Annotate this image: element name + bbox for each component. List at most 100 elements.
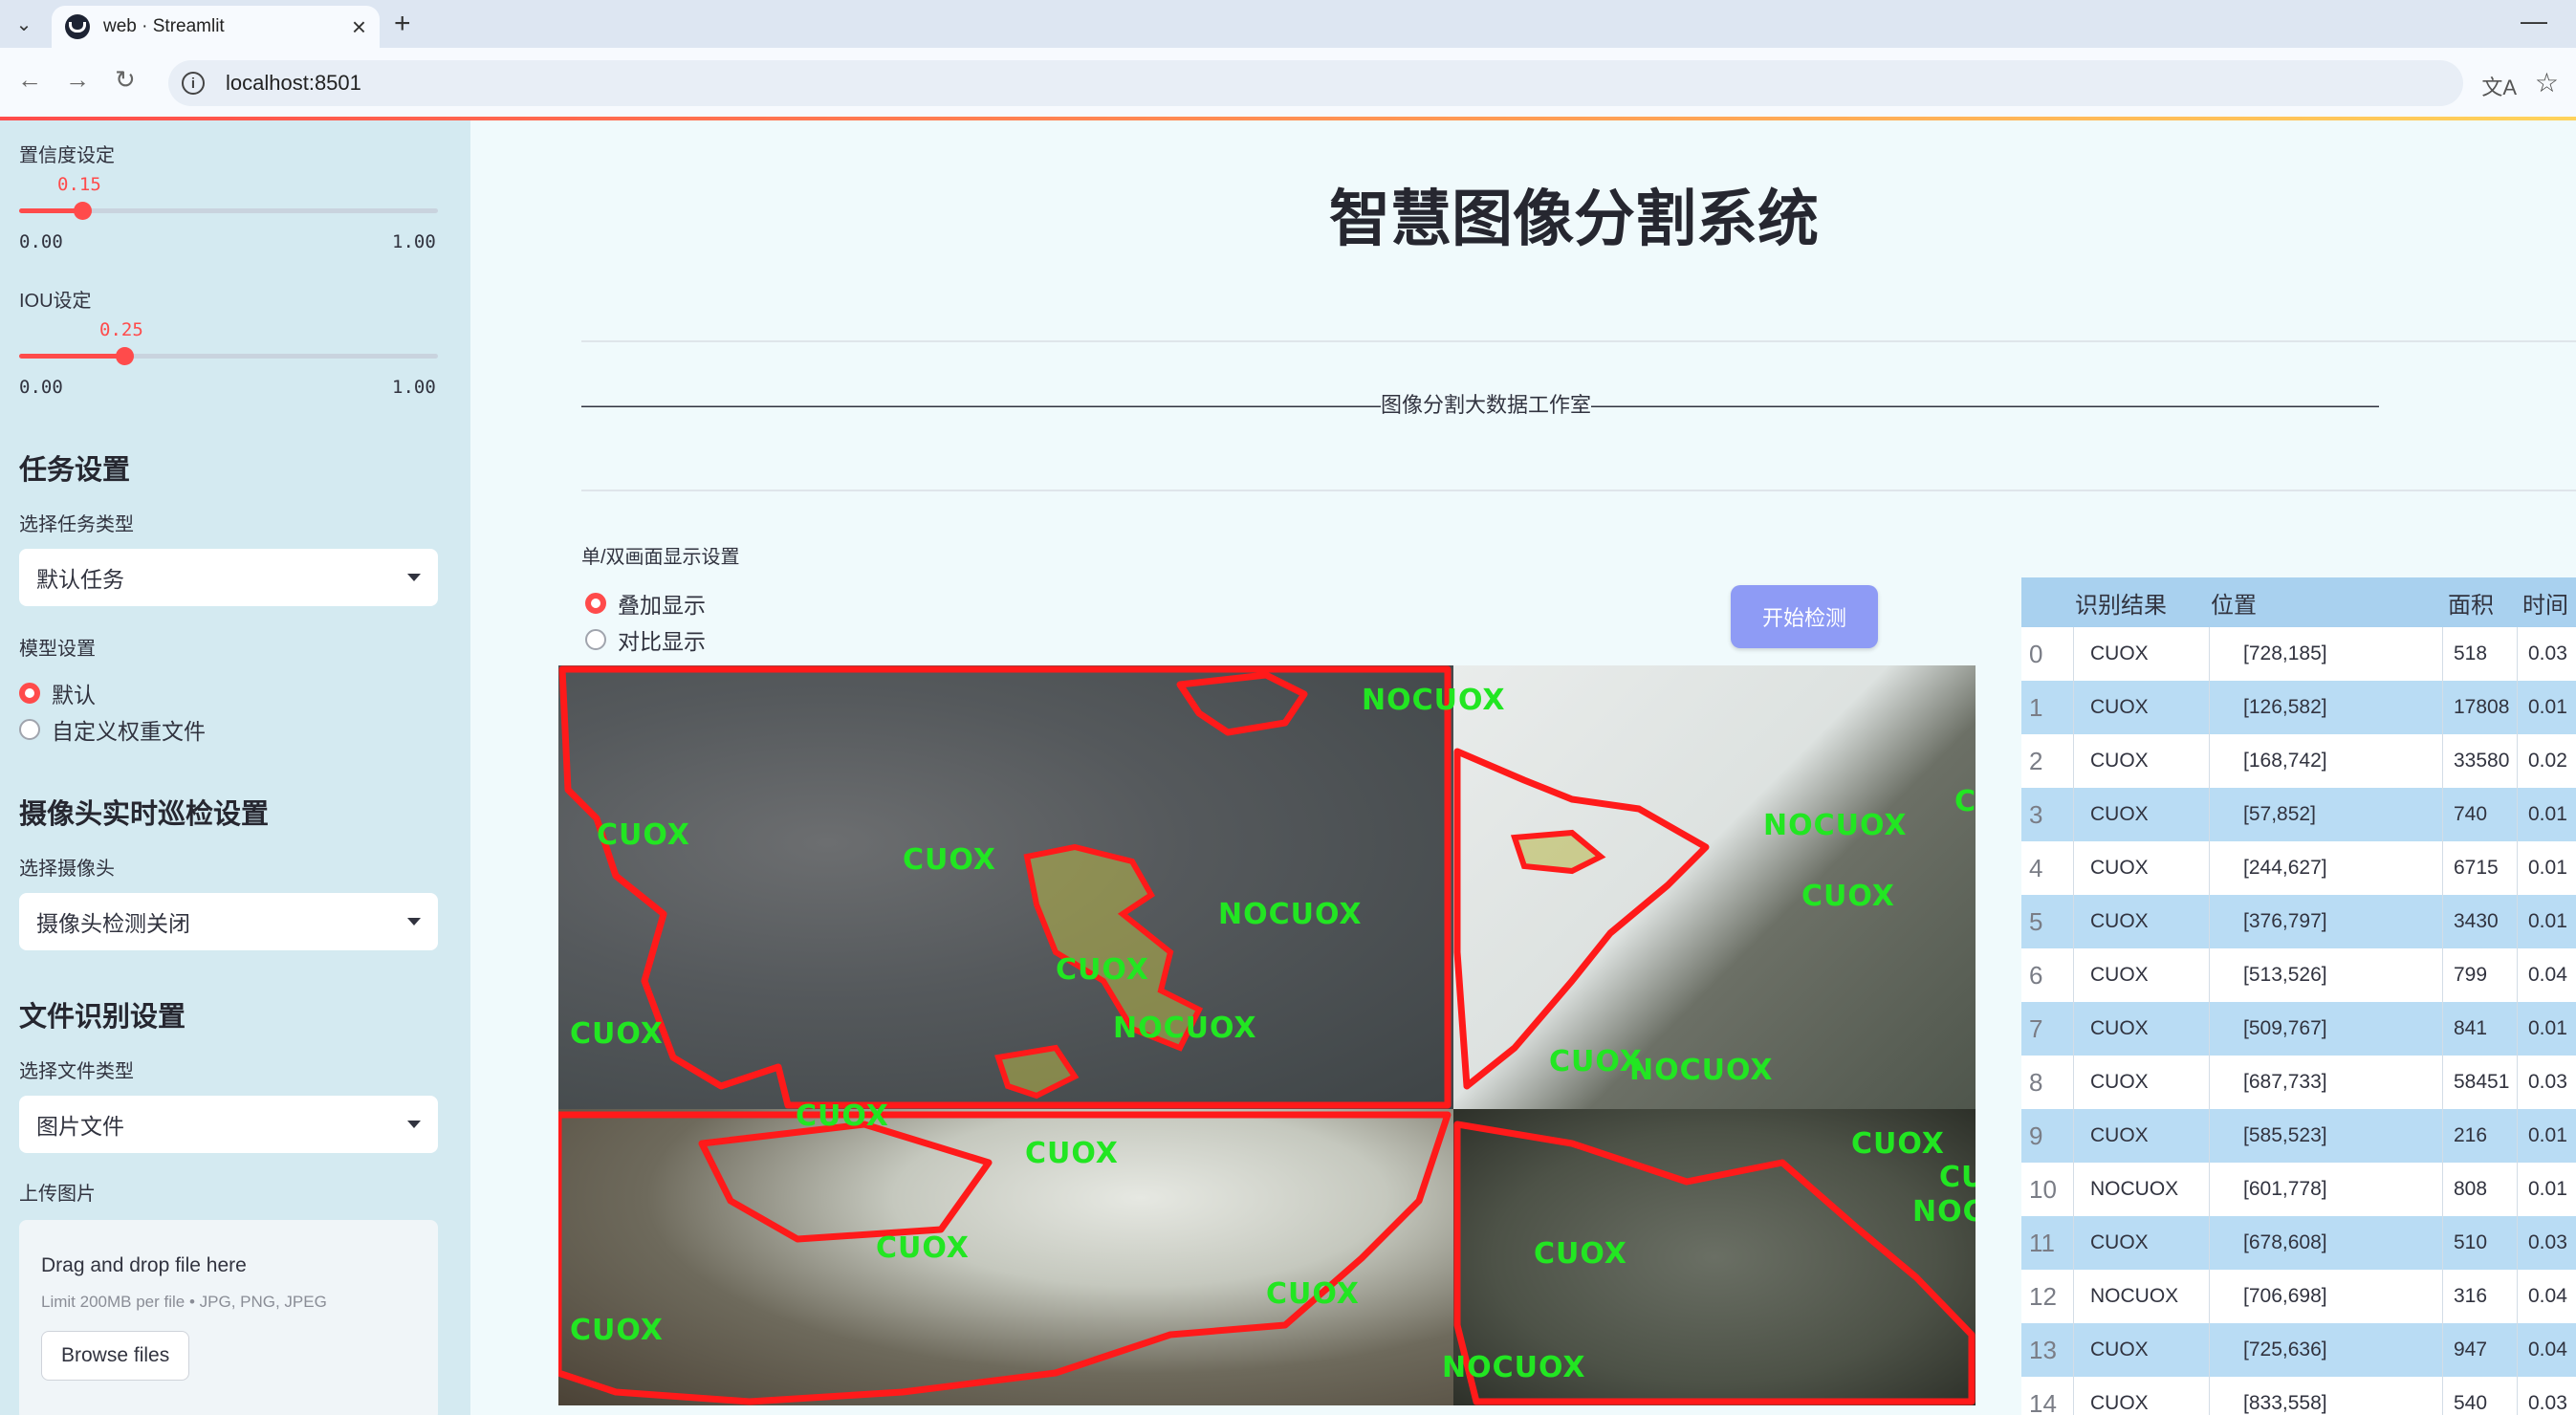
column-header-position[interactable]: 位置: [2211, 577, 2257, 627]
window-minimize-icon[interactable]: —: [2521, 6, 2547, 36]
class-cell: CUOX: [2090, 857, 2149, 879]
tab-close-icon[interactable]: ×: [352, 12, 366, 42]
area-cell: 17808: [2454, 696, 2510, 718]
display-mode-label: 单/双画面显示设置: [581, 547, 740, 568]
position-cell: [585,523]: [2243, 1124, 2327, 1146]
time-cell: 0.01: [2528, 1124, 2567, 1146]
table-row[interactable]: 8 CUOX [687,733] 58451 0.03: [2021, 1056, 2576, 1109]
table-row[interactable]: 9 CUOX [585,523] 216 0.01: [2021, 1109, 2576, 1163]
browser-tab[interactable]: web · Streamlit ×: [52, 6, 380, 48]
area-cell: 3430: [2454, 910, 2499, 932]
table-row[interactable]: 12 NOCUOX [706,698] 316 0.04: [2021, 1270, 2576, 1323]
camera-label: 选择摄像头: [19, 859, 115, 880]
position-cell: [168,742]: [2243, 750, 2327, 772]
segment-label: CUOX: [903, 842, 996, 877]
column-header-time[interactable]: 时间: [2522, 577, 2568, 627]
segment-label: CUOX: [1939, 1161, 1976, 1195]
segment-fill: [994, 1044, 1080, 1099]
bookmark-star-icon[interactable]: ☆: [2535, 67, 2559, 98]
table-row[interactable]: 1 CUOX [126,582] 17808 0.01: [2021, 681, 2576, 734]
column-separator: [2517, 627, 2518, 1415]
class-cell: CUOX: [2090, 1392, 2149, 1414]
table-row[interactable]: 14 CUOX [833,558] 540 0.03: [2021, 1377, 2576, 1415]
url-field[interactable]: i localhost:8501: [168, 60, 2463, 106]
segment-label: CUOX: [570, 1017, 664, 1051]
position-cell: [509,767]: [2243, 1017, 2327, 1039]
segment-fill: [1510, 829, 1606, 875]
table-row[interactable]: 11 CUOX [678,608] 510 0.03: [2021, 1216, 2576, 1270]
confidence-slider[interactable]: [19, 202, 438, 220]
segmentation-result-image: NOCUOXCUOXNOCUOXNOCUOXCUOXCUOXNOCUOXCUOX…: [558, 665, 1976, 1405]
segment-label: CUOX: [1851, 1127, 1945, 1162]
forward-arrow-icon[interactable]: →: [65, 65, 90, 95]
table-row[interactable]: 4 CUOX [244,627] 6715 0.01: [2021, 841, 2576, 895]
radio-selected-icon: [19, 683, 40, 704]
table-row[interactable]: 2 CUOX [168,742] 33580 0.02: [2021, 734, 2576, 788]
confidence-max: 1.00: [392, 231, 436, 252]
translate-icon[interactable]: 文A: [2481, 71, 2517, 101]
segment-label: CUOX: [570, 1314, 664, 1348]
column-separator: [2442, 627, 2443, 1415]
file-dropzone[interactable]: Drag and drop file here Limit 200MB per …: [19, 1220, 438, 1415]
results-table[interactable]: 识别结果 位置 面积 时间 0 CUOX [728,185] 518 0.03 1 CUOX…: [2021, 577, 2576, 1415]
table-row[interactable]: 6 CUOX [513,526] 799 0.04: [2021, 948, 2576, 1002]
iou-max: 1.00: [392, 377, 436, 398]
iou-slider-fill: [19, 354, 124, 359]
display-mode-option-label: 对比显示: [618, 629, 706, 654]
time-cell: 0.01: [2528, 910, 2567, 932]
model-option-custom[interactable]: 自定义权重文件: [19, 713, 206, 746]
area-cell: 540: [2454, 1392, 2488, 1414]
time-cell: 0.01: [2528, 1178, 2567, 1200]
iou-slider-thumb[interactable]: [115, 347, 134, 365]
row-index-cell: 9: [2029, 1121, 2043, 1150]
table-row[interactable]: 5 CUOX [376,797] 3430 0.01: [2021, 895, 2576, 948]
camera-settings-heading: 摄像头实时巡检设置: [19, 799, 270, 830]
task-type-label: 选择任务类型: [19, 514, 134, 535]
camera-select[interactable]: 摄像头检测关闭: [19, 893, 438, 950]
task-type-select[interactable]: 默认任务: [19, 549, 438, 606]
column-header-class[interactable]: 识别结果: [2075, 577, 2167, 627]
model-option-default[interactable]: 默认: [19, 677, 96, 709]
display-mode-compare[interactable]: 对比显示: [585, 623, 706, 656]
new-tab-icon[interactable]: +: [394, 8, 411, 40]
time-cell: 0.03: [2528, 642, 2567, 664]
task-type-value: 默认任务: [36, 567, 124, 592]
browse-files-button[interactable]: Browse files: [41, 1331, 190, 1381]
display-mode-overlay[interactable]: 叠加显示: [585, 587, 706, 620]
position-cell: [244,627]: [2243, 857, 2327, 879]
table-row[interactable]: 13 CUOX [725,636] 947 0.04: [2021, 1323, 2576, 1377]
confidence-slider-thumb[interactable]: [73, 202, 92, 220]
start-detection-button[interactable]: 开始检测: [1731, 585, 1878, 648]
class-cell: CUOX: [2090, 1071, 2149, 1093]
row-index-cell: 12: [2029, 1281, 2057, 1311]
table-row[interactable]: 7 CUOX [509,767] 841 0.01: [2021, 1002, 2576, 1056]
reload-icon[interactable]: ↻: [115, 65, 136, 95]
row-index-cell: 5: [2029, 906, 2043, 936]
table-row[interactable]: 0 CUOX [728,185] 518 0.03: [2021, 627, 2576, 681]
row-index-cell: 6: [2029, 960, 2043, 990]
address-bar: ← → ↻ i localhost:8501 文A ☆: [0, 48, 2576, 119]
url-text: localhost:8501: [226, 71, 361, 95]
area-cell: 518: [2454, 642, 2488, 664]
confidence-label: 置信度设定: [19, 145, 115, 166]
table-row[interactable]: 3 CUOX [57,852] 740 0.01: [2021, 788, 2576, 841]
site-info-icon[interactable]: i: [182, 72, 205, 95]
position-cell: [376,797]: [2243, 910, 2327, 932]
area-cell: 510: [2454, 1231, 2488, 1253]
class-cell: CUOX: [2090, 696, 2149, 718]
segment-label: NOCUOX: [1113, 1011, 1257, 1045]
position-cell: [678,608]: [2243, 1231, 2327, 1253]
position-cell: [126,582]: [2243, 696, 2327, 718]
tab-title: web · Streamlit: [103, 16, 225, 36]
table-row[interactable]: 10 NOCUOX [601,778] 808 0.01: [2021, 1163, 2576, 1216]
segment-label: NOCUOX: [1218, 898, 1363, 932]
segment-label: CUOX: [1954, 784, 1976, 818]
back-arrow-icon[interactable]: ←: [17, 65, 42, 95]
iou-slider[interactable]: [19, 347, 438, 365]
sidebar: 置信度设定 0.15 0.00 1.00 IOU设定 0.25 0.00 1.0…: [0, 120, 470, 1415]
column-header-area[interactable]: 面积: [2448, 577, 2494, 627]
file-type-select[interactable]: 图片文件: [19, 1096, 438, 1153]
confidence-slider-fill: [19, 208, 82, 213]
studio-banner: ——————————————————————————————————————图像…: [581, 393, 2379, 417]
tab-search-chevron-icon[interactable]: ⌄: [10, 8, 38, 40]
